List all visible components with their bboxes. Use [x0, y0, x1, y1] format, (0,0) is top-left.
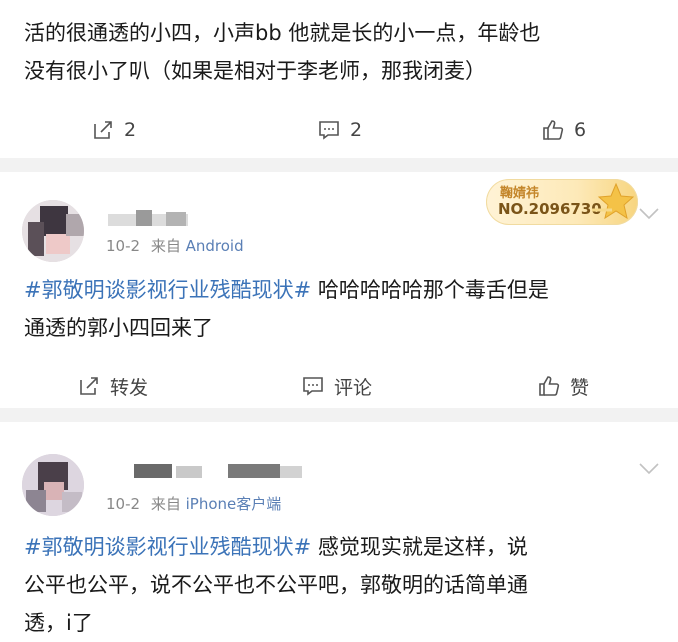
post-2-text-part: 哈哈哈哈哈那个毒舌但是 — [311, 278, 549, 302]
hashtag-link[interactable]: #郭敬明谈影视行业残酷现状# — [24, 535, 311, 559]
post-2: 10-2 来自 Android 鞠婧祎 NO.2096730 #郭敬明谈影视行业… — [0, 172, 678, 408]
post-2-text-line1: #郭敬明谈影视行业残酷现状# 哈哈哈哈哈那个毒舌但是 — [24, 271, 658, 309]
post-1-text-line1: 活的很通透的小四，小声bb 他就是长的小一点，年龄也 — [24, 21, 541, 45]
comment-button[interactable]: 评论 — [302, 366, 372, 406]
avatar[interactable] — [22, 454, 84, 516]
fan-badge[interactable]: 鞠婧祎 NO.2096730 — [486, 179, 638, 225]
post-3-text-line3: 透，i了 — [24, 611, 93, 635]
comment-label: 评论 — [334, 376, 373, 399]
post-1-actions: 2 2 6 — [0, 110, 678, 150]
username-blurred[interactable] — [134, 464, 172, 478]
post-meta: 10-2 来自 iPhone客户端 — [106, 493, 281, 514]
post-3-text-line1: #郭敬明谈影视行业残酷现状# 感觉现实就是这样，说 — [24, 528, 658, 566]
post-1-text-line2: 没有很小了叭（如果是相对于李老师，那我闭麦） — [24, 59, 486, 83]
repost-count: 2 — [124, 119, 137, 141]
comment-count: 2 — [350, 119, 363, 141]
comment-icon — [319, 121, 339, 140]
hashtag-link[interactable]: #郭敬明谈影视行业残酷现状# — [24, 278, 311, 302]
post-separator — [0, 408, 678, 422]
post-2-actions: 转发 评论 赞 — [0, 366, 678, 406]
badge-name: 鞠婧祎 — [500, 186, 540, 201]
post-meta: 10-2 来自 Android — [106, 235, 244, 256]
post-3: 10-2 来自 iPhone客户端 #郭敬明谈影视行业残酷现状# 感觉现实就是这… — [0, 422, 678, 637]
post-source: Android — [185, 237, 244, 255]
post-separator — [0, 158, 678, 172]
star-badge-icon — [592, 182, 634, 220]
repost-icon — [80, 377, 98, 395]
post-3-text-part: 感觉现实就是这样，说 — [311, 535, 528, 559]
thumbs-up-icon — [543, 120, 564, 140]
avatar[interactable] — [22, 200, 84, 262]
like-count: 6 — [574, 119, 587, 141]
like-button[interactable]: 6 — [542, 110, 586, 150]
comment-icon — [303, 377, 323, 396]
thumbs-up-icon — [539, 376, 560, 396]
chevron-down-icon[interactable] — [638, 462, 660, 476]
chevron-down-icon[interactable] — [638, 207, 660, 221]
post-date: 10-2 — [106, 237, 141, 255]
post-source: iPhone客户端 — [185, 495, 282, 513]
post-from: 来自 — [150, 495, 181, 513]
post-date: 10-2 — [106, 495, 141, 513]
post-3-text: #郭敬明谈影视行业残酷现状# 感觉现实就是这样，说 公平也公平，说不公平也不公平… — [24, 528, 658, 642]
like-label: 赞 — [570, 376, 590, 399]
post-1: 活的很通透的小四，小声bb 他就是长的小一点，年龄也 没有很小了叭（如果是相对于… — [0, 0, 678, 158]
post-2-text: #郭敬明谈影视行业残酷现状# 哈哈哈哈哈那个毒舌但是 通透的郭小四回来了 — [24, 271, 658, 347]
repost-icon — [94, 121, 112, 139]
badge-number: NO.2096730 — [498, 200, 602, 218]
post-2-text-line2: 通透的郭小四回来了 — [24, 316, 213, 340]
comment-button[interactable]: 2 — [318, 110, 362, 150]
post-1-text: 活的很通透的小四，小声bb 他就是长的小一点，年龄也 没有很小了叭（如果是相对于… — [24, 14, 658, 90]
repost-button[interactable]: 2 — [92, 110, 136, 150]
repost-label: 转发 — [110, 376, 149, 399]
repost-button[interactable]: 转发 — [78, 366, 148, 406]
post-from: 来自 — [150, 237, 181, 255]
post-3-text-line2: 公平也公平，说不公平也不公平吧，郭敬明的话简单通 — [24, 573, 528, 597]
like-button[interactable]: 赞 — [538, 366, 589, 406]
